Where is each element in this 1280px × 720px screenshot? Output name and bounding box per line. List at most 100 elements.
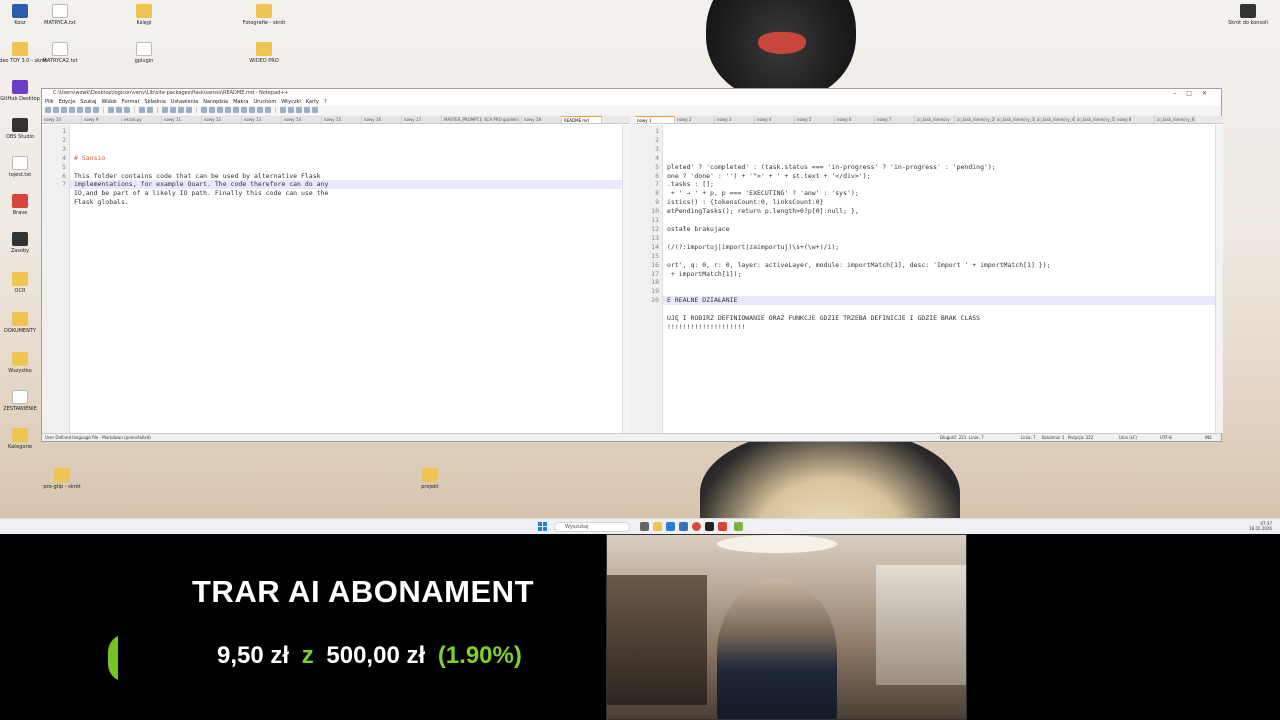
editor-tab[interactable]: nowy 5 — [795, 116, 835, 123]
show-all-chars-icon[interactable] — [217, 107, 223, 113]
editor-tab[interactable]: nowy 3 — [715, 116, 755, 123]
menu-item[interactable]: Edycja — [59, 98, 76, 106]
editor-tab[interactable]: nowy 18 — [522, 116, 562, 123]
desktop-icon[interactable]: WIDEO PRO — [236, 42, 292, 64]
play-macro-icon[interactable] — [296, 107, 302, 113]
tabbar-left: nowy 10 nowy 9 ekran.py nowy 11 nowy 12 nowy … — [42, 116, 630, 124]
editor-tab[interactable]: nowy 8 — [1115, 116, 1155, 123]
play-multiple-icon[interactable] — [304, 107, 310, 113]
sync-scroll-icon[interactable] — [201, 107, 207, 113]
editor-tab[interactable]: nowy 17 — [402, 116, 442, 123]
menu-item[interactable]: Wtyczki — [281, 98, 301, 106]
function-list-icon[interactable] — [249, 107, 255, 113]
menu-item[interactable]: Składnia — [144, 98, 165, 106]
redo-icon[interactable] — [147, 107, 153, 113]
menu-item[interactable]: ? — [324, 98, 327, 106]
editor-tab[interactable]: ai_task_memory_3 — [995, 116, 1035, 123]
editor-tab[interactable]: ai_task_memory_5 — [1075, 116, 1115, 123]
menu-item[interactable]: Makra — [233, 98, 248, 106]
task-view-icon[interactable] — [640, 522, 649, 531]
folder-workspace-icon[interactable] — [257, 107, 263, 113]
menu-item[interactable]: Widok — [101, 98, 116, 106]
code-area-right[interactable]: pleted' ? 'completed' : (task.status ===… — [663, 125, 1215, 433]
record-macro-icon[interactable] — [280, 107, 286, 113]
obs-icon[interactable] — [705, 522, 714, 531]
editor-tab[interactable]: README.md — [562, 116, 602, 123]
store-icon[interactable] — [679, 522, 688, 531]
save-icon[interactable] — [61, 107, 67, 113]
desktop-icon[interactable]: pro-gtip - skrót — [34, 468, 90, 490]
save-all-icon[interactable] — [69, 107, 75, 113]
replace-icon[interactable] — [170, 107, 176, 113]
desktop-icon[interactable]: Księgi — [116, 4, 172, 26]
new-file-icon[interactable] — [45, 107, 51, 113]
editor-tab[interactable]: MASTER_PROMPT.txt — [442, 116, 482, 123]
editor-tab[interactable]: ai_task_memory_2 — [955, 116, 995, 123]
editor-tab[interactable]: nowy 11 — [162, 116, 202, 123]
editor-tab[interactable]: nowy 1 — [635, 116, 675, 123]
chrome-icon[interactable] — [692, 522, 701, 531]
editor-tab[interactable]: ai_task_memory — [915, 116, 955, 123]
notepadpp-icon[interactable] — [734, 522, 743, 531]
editor-tab[interactable]: ekran.py — [122, 116, 162, 123]
menu-item[interactable]: Karty — [306, 98, 319, 106]
desktop-icon-console[interactable]: Skrót do konsoli — [1220, 4, 1276, 26]
editor-tab[interactable]: nowy 12 — [202, 116, 242, 123]
lang-icon[interactable] — [233, 107, 239, 113]
monitor-icon[interactable] — [265, 107, 271, 113]
doc-map-icon[interactable] — [241, 107, 247, 113]
scrollbar-left[interactable] — [622, 125, 630, 433]
close-all-icon[interactable] — [85, 107, 91, 113]
editor-tab[interactable]: nowy 7 — [875, 116, 915, 123]
desktop-icon-label: OCR — [14, 288, 26, 294]
find-icon[interactable] — [162, 107, 168, 113]
editor-tab[interactable]: nowy 10 — [42, 116, 82, 123]
brave-icon[interactable] — [718, 522, 727, 531]
editor-tab[interactable]: SCA PRO guidelin — [482, 116, 522, 123]
undo-icon[interactable] — [139, 107, 145, 113]
zoom-in-icon[interactable] — [178, 107, 184, 113]
editor-tab[interactable]: nowy 14 — [282, 116, 322, 123]
file-explorer-icon[interactable] — [653, 522, 662, 531]
desktop-icon[interactable]: MATRYCA2.txt — [32, 42, 88, 64]
edge-icon[interactable] — [666, 522, 675, 531]
taskbar-search[interactable]: Wyszukaj — [554, 522, 630, 532]
window-titlebar[interactable]: C:\Users\wzwk\Desktop\logicon\venv\Lib\s… — [42, 89, 1221, 98]
system-tray[interactable]: 07:37 18.02.2026 — [1249, 521, 1272, 531]
editor-tab[interactable]: nowy 9 — [82, 116, 122, 123]
menu-item[interactable]: Narzędzia — [203, 98, 228, 106]
scrollbar-right[interactable] — [1215, 125, 1223, 433]
desktop-icon[interactable]: projekt — [402, 468, 458, 490]
open-file-icon[interactable] — [53, 107, 59, 113]
copy-icon[interactable] — [116, 107, 122, 113]
menu-item[interactable]: Format — [122, 98, 140, 106]
start-button[interactable] — [538, 522, 547, 531]
code-area-left[interactable]: # Sansio This folder contains code that … — [70, 125, 622, 433]
cut-icon[interactable] — [108, 107, 114, 113]
editor-tab[interactable]: nowy 15 — [322, 116, 362, 123]
editor-tab[interactable]: nowy 4 — [755, 116, 795, 123]
editor-tab[interactable]: ai_task_memory_4 — [1035, 116, 1075, 123]
editor-tab[interactable]: nowy 16 — [362, 116, 402, 123]
menu-item[interactable]: Szukaj — [80, 98, 96, 106]
wrap-icon[interactable] — [209, 107, 215, 113]
editor-tab[interactable]: nowy 13 — [242, 116, 282, 123]
menu-item[interactable]: Ustawienia — [171, 98, 198, 106]
editor-tab[interactable]: nowy 6 — [835, 116, 875, 123]
menu-item[interactable]: Uruchom — [253, 98, 276, 106]
save-macro-icon[interactable] — [312, 107, 318, 113]
window-controls[interactable]: –□✕ — [1173, 89, 1217, 98]
paste-icon[interactable] — [124, 107, 130, 113]
menu-item[interactable]: Plik — [45, 98, 54, 106]
close-icon[interactable] — [77, 107, 83, 113]
zoom-out-icon[interactable] — [186, 107, 192, 113]
desktop-icon[interactable]: gplugin — [116, 42, 172, 64]
desktop-icon[interactable]: MATRYCA.txt — [32, 4, 88, 26]
editor-tab[interactable]: nowy 2 — [675, 116, 715, 123]
indent-guide-icon[interactable] — [225, 107, 231, 113]
editor-tab[interactable]: ai_task_memory_6 — [1155, 116, 1195, 123]
desktop-icon[interactable]: Fotografie - skrót — [236, 4, 292, 26]
stop-macro-icon[interactable] — [288, 107, 294, 113]
print-icon[interactable] — [93, 107, 99, 113]
